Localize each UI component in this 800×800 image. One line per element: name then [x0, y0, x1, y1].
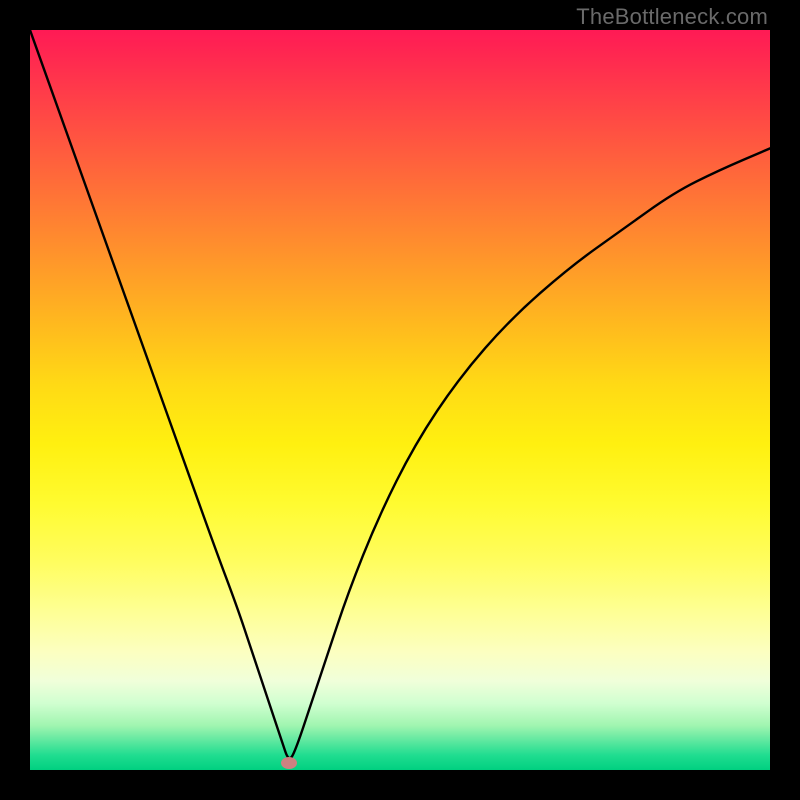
watermark-text: TheBottleneck.com: [576, 4, 768, 30]
chart-frame: TheBottleneck.com: [0, 0, 800, 800]
plot-area: [30, 30, 770, 770]
optimal-marker: [281, 757, 297, 769]
bottleneck-curve: [30, 30, 770, 770]
